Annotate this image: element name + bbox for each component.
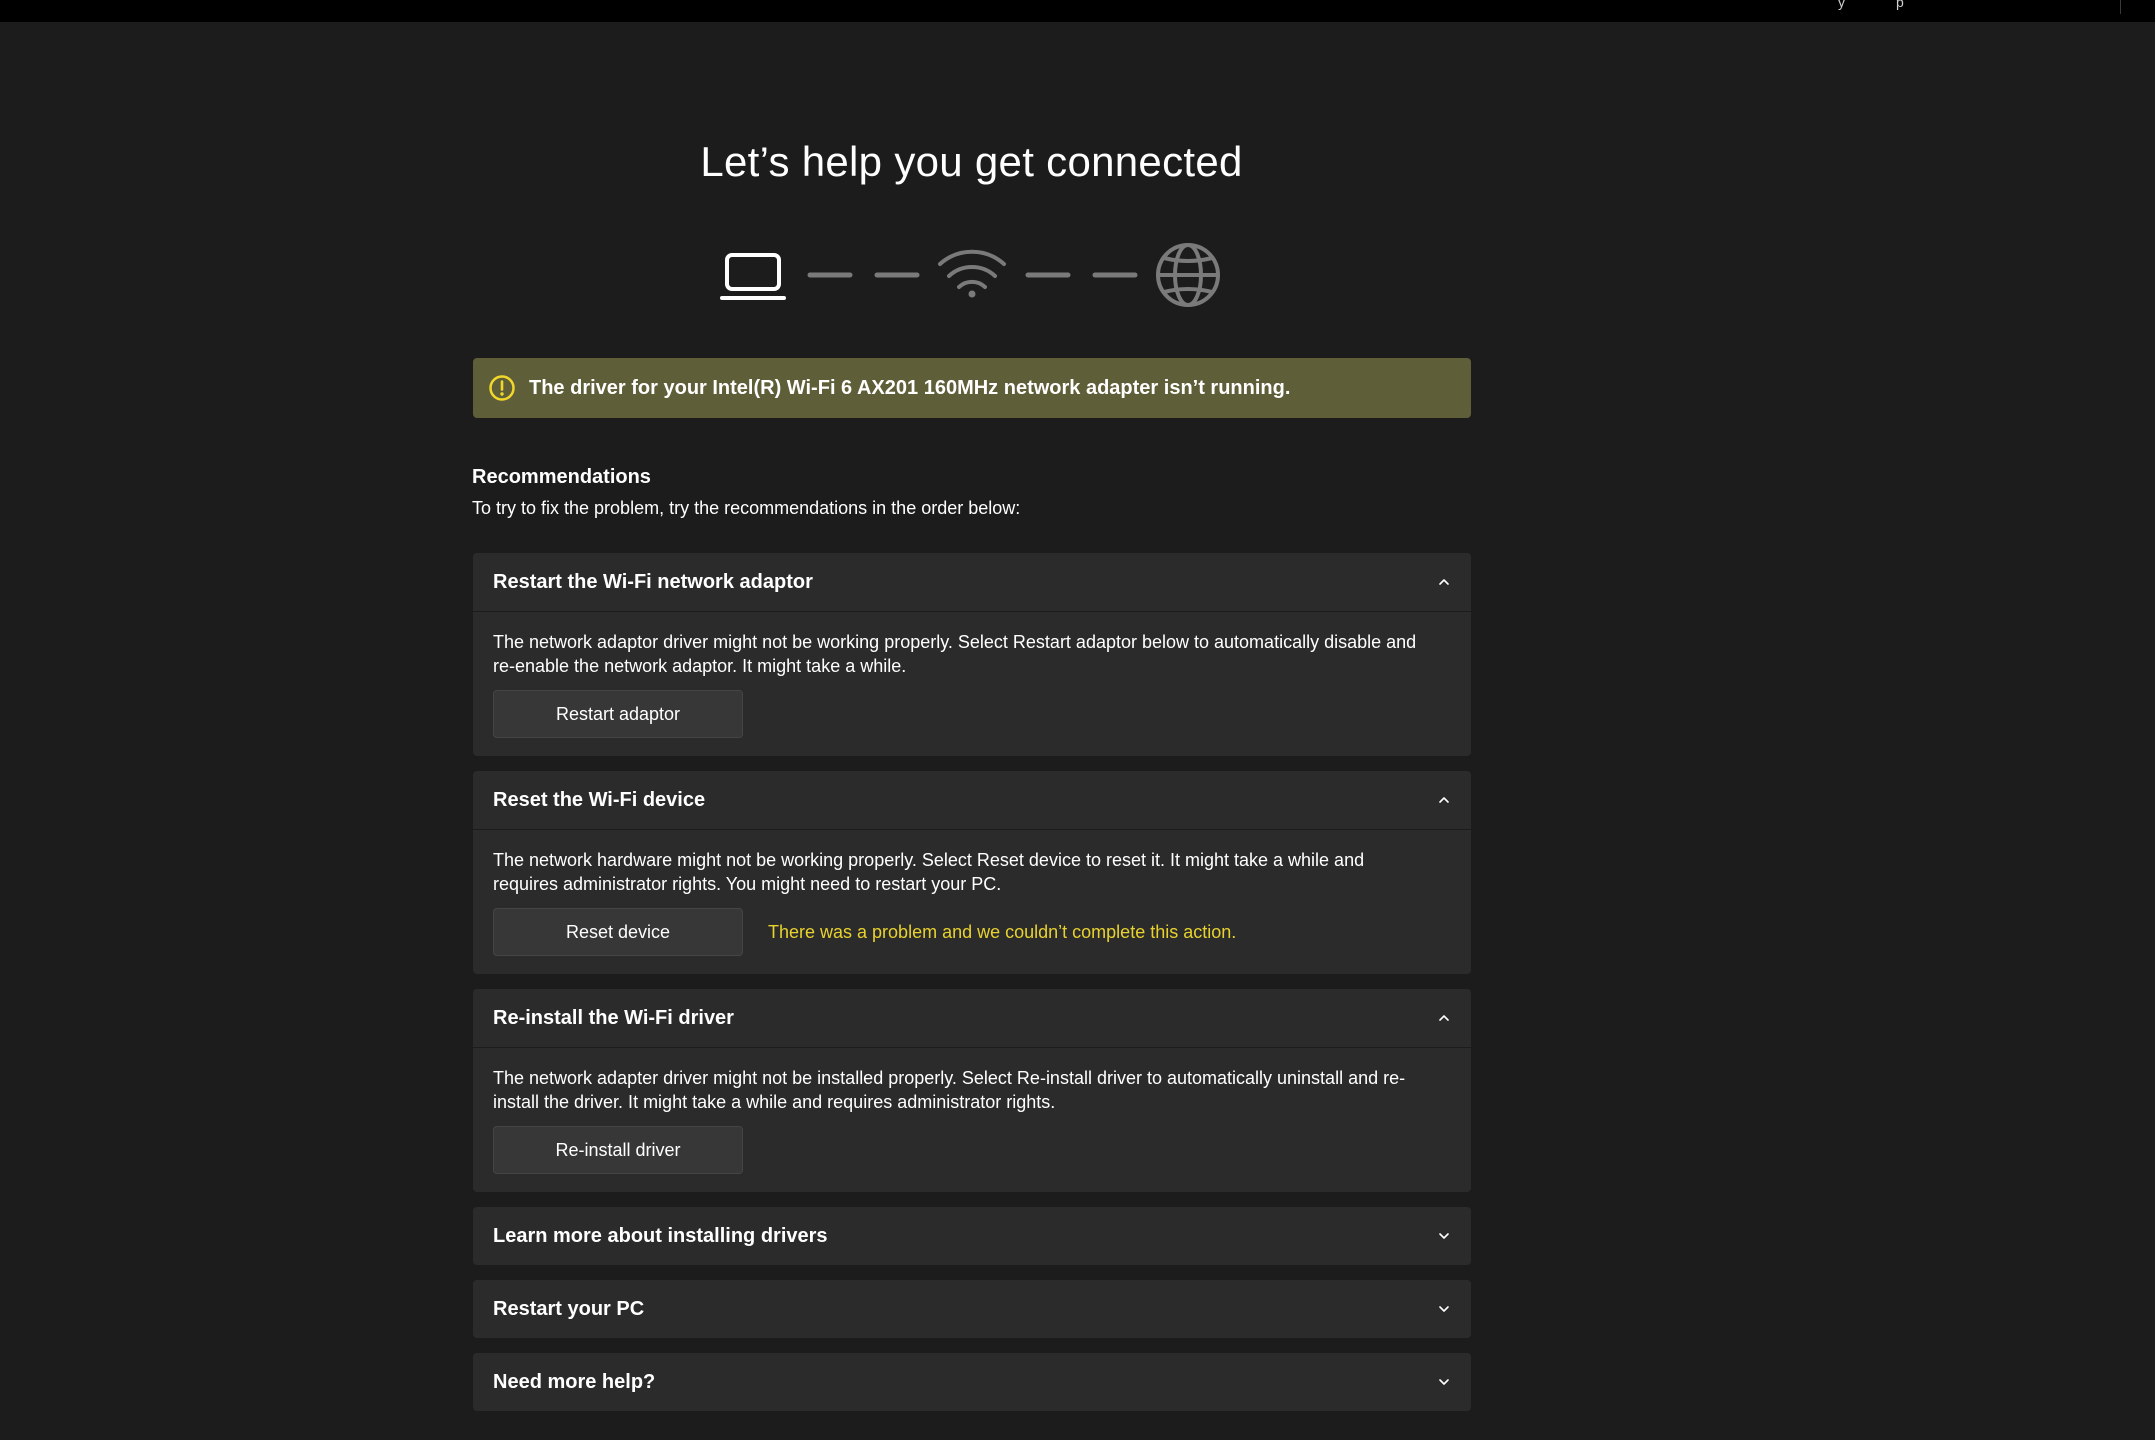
card-action-row: Reset device There was a problem and we … bbox=[493, 908, 1451, 956]
card-description: The network adapter driver might not be … bbox=[493, 1068, 1406, 1112]
card-header[interactable]: Reset the Wi-Fi device bbox=[473, 771, 1471, 829]
alert-message: The driver for your Intel(R) Wi-Fi 6 AX2… bbox=[529, 376, 1291, 399]
card-header[interactable]: Learn more about installing drivers bbox=[473, 1207, 1471, 1265]
window-top-bar: y p bbox=[0, 0, 2155, 22]
page-title: Let’s help you get connected bbox=[700, 138, 1243, 185]
globe-icon bbox=[1156, 243, 1220, 307]
restart-adaptor-button[interactable]: Restart adaptor bbox=[493, 690, 743, 738]
action-error-message: There was a problem and we couldn’t comp… bbox=[768, 921, 1237, 942]
card-body: The network adaptor driver might not be … bbox=[473, 611, 1471, 738]
chevron-down-icon[interactable] bbox=[1437, 1229, 1451, 1243]
recommendation-card-reset-device: Reset the Wi-Fi device The network hardw… bbox=[473, 771, 1471, 974]
top-bar-text-fragment: y bbox=[1838, 0, 1845, 10]
laptop-icon bbox=[720, 253, 786, 300]
chevron-up-icon[interactable] bbox=[1437, 793, 1451, 807]
card-title: Need more help? bbox=[493, 1370, 656, 1393]
card-header[interactable]: Restart the Wi-Fi network adaptor bbox=[473, 553, 1471, 611]
card-header[interactable]: Restart your PC bbox=[473, 1280, 1471, 1338]
top-bar-text-fragment: p bbox=[1896, 0, 1904, 10]
card-description: The network adaptor driver might not be … bbox=[493, 632, 1417, 676]
card-action-row: Re-install driver bbox=[493, 1126, 1451, 1174]
card-header[interactable]: Re-install the Wi-Fi driver bbox=[473, 989, 1471, 1047]
card-title: Reset the Wi-Fi device bbox=[493, 788, 706, 811]
driver-alert-banner: The driver for your Intel(R) Wi-Fi 6 AX2… bbox=[473, 358, 1471, 418]
recommendations-heading: Recommendations bbox=[472, 466, 651, 488]
wifi-icon bbox=[938, 249, 1006, 298]
chevron-up-icon[interactable] bbox=[1437, 575, 1451, 589]
warning-circle-icon bbox=[487, 373, 517, 403]
recommendation-card-more-help[interactable]: Need more help? bbox=[473, 1353, 1471, 1411]
chevron-down-icon[interactable] bbox=[1437, 1302, 1451, 1316]
recommendation-card-restart-adaptor: Restart the Wi-Fi network adaptor The ne… bbox=[473, 553, 1471, 756]
recommendation-card-learn-more-drivers[interactable]: Learn more about installing drivers bbox=[473, 1207, 1471, 1265]
chevron-down-icon[interactable] bbox=[1437, 1375, 1451, 1389]
recommendation-card-restart-pc[interactable]: Restart your PC bbox=[473, 1280, 1471, 1338]
card-header[interactable]: Need more help? bbox=[473, 1353, 1471, 1411]
card-title: Re-install the Wi-Fi driver bbox=[493, 1006, 734, 1029]
chevron-up-icon[interactable] bbox=[1437, 1011, 1451, 1025]
card-body: The network adapter driver might not be … bbox=[473, 1047, 1471, 1174]
reinstall-driver-button[interactable]: Re-install driver bbox=[493, 1126, 743, 1174]
card-title: Restart your PC bbox=[493, 1297, 645, 1320]
recommendation-card-reinstall-driver: Re-install the Wi-Fi driver The network … bbox=[473, 989, 1471, 1192]
card-title: Restart the Wi-Fi network adaptor bbox=[493, 570, 813, 593]
top-bar-divider bbox=[2120, 0, 2121, 14]
reset-device-button[interactable]: Reset device bbox=[493, 908, 743, 956]
recommendations-subtitle: To try to fix the problem, try the recom… bbox=[472, 498, 1021, 518]
card-title: Learn more about installing drivers bbox=[493, 1224, 828, 1247]
card-body: The network hardware might not be workin… bbox=[473, 829, 1471, 956]
connection-status-graphic bbox=[720, 243, 1220, 307]
card-description: The network hardware might not be workin… bbox=[493, 850, 1365, 894]
card-action-row: Restart adaptor bbox=[493, 690, 1451, 738]
